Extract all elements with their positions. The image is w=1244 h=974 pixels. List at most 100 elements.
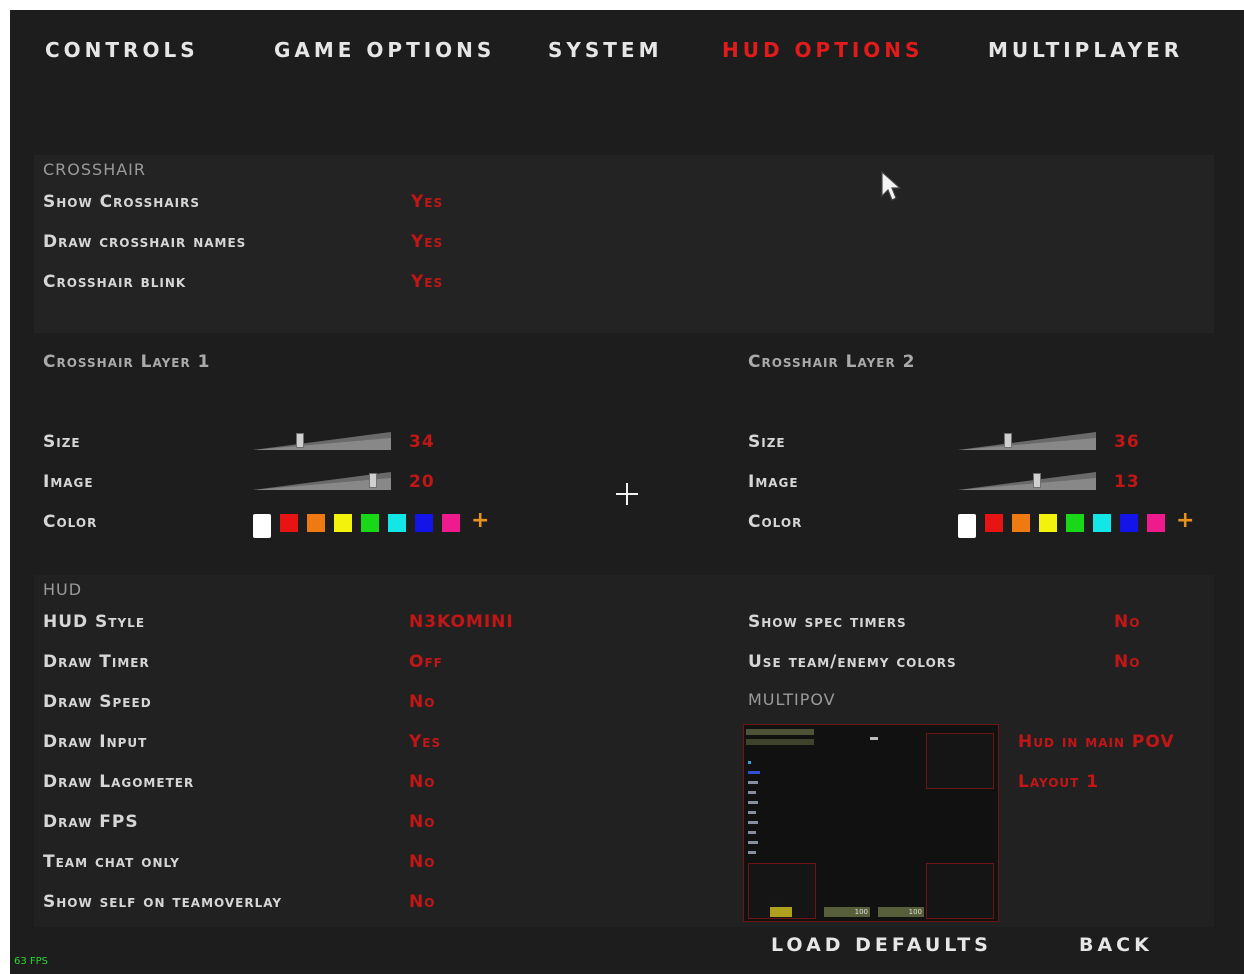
preview-list-line bbox=[748, 831, 756, 834]
multipov-layout-preview[interactable]: 100 100 100 bbox=[743, 724, 999, 922]
crosshair-blink-value[interactable]: Yes bbox=[411, 272, 443, 292]
layer1-image-slider[interactable] bbox=[253, 470, 391, 492]
tab-game-options[interactable]: GAME OPTIONS bbox=[274, 38, 495, 62]
preview-stat-value: 100 bbox=[854, 908, 868, 916]
draw-lagometer-label: Draw Lagometer bbox=[43, 772, 195, 792]
layer2-color-swatches: + bbox=[958, 508, 1198, 538]
layer1-size-label: Size bbox=[43, 432, 81, 452]
use-team-enemy-colors-value[interactable]: No bbox=[1114, 652, 1140, 672]
add-color-plus-icon[interactable]: + bbox=[471, 508, 489, 533]
draw-crosshair-names-value[interactable]: Yes bbox=[411, 232, 443, 252]
layer2-image-label: Image bbox=[748, 472, 799, 492]
hud-style-label: HUD Style bbox=[43, 612, 146, 632]
preview-list-line bbox=[748, 781, 758, 784]
show-self-on-teamoverlay-value[interactable]: No bbox=[409, 892, 435, 912]
preview-list-line bbox=[748, 771, 760, 774]
draw-speed-value[interactable]: No bbox=[409, 692, 435, 712]
slider-handle[interactable] bbox=[1004, 433, 1012, 448]
preview-list-line bbox=[748, 821, 758, 824]
layer1-image-label: Image bbox=[43, 472, 94, 492]
color-swatch[interactable] bbox=[1093, 514, 1111, 532]
preview-ammo-box bbox=[770, 907, 792, 917]
color-swatch[interactable] bbox=[280, 514, 298, 532]
add-color-plus-icon[interactable]: + bbox=[1176, 508, 1194, 533]
tab-multiplayer[interactable]: MULTIPLAYER bbox=[988, 38, 1183, 62]
draw-crosshair-names-label: Draw crosshair names bbox=[43, 232, 247, 252]
use-team-enemy-colors-label: Use team/enemy colors bbox=[748, 652, 957, 672]
preview-list-line bbox=[748, 841, 758, 844]
color-swatch[interactable] bbox=[958, 514, 976, 538]
color-swatch[interactable] bbox=[1147, 514, 1165, 532]
draw-speed-label: Draw Speed bbox=[43, 692, 152, 712]
preview-pov-bottom-right bbox=[926, 863, 994, 919]
slider-track bbox=[958, 472, 1096, 490]
layer2-size-slider[interactable] bbox=[958, 430, 1096, 452]
preview-stat-value: 100 bbox=[770, 897, 782, 904]
team-chat-only-value[interactable]: No bbox=[409, 852, 435, 872]
color-swatch[interactable] bbox=[1066, 514, 1084, 532]
draw-lagometer-value[interactable]: No bbox=[409, 772, 435, 792]
draw-timer-label: Draw Timer bbox=[43, 652, 150, 672]
draw-fps-value[interactable]: No bbox=[409, 812, 435, 832]
layer2-image-slider[interactable] bbox=[958, 470, 1096, 492]
color-swatch[interactable] bbox=[388, 514, 406, 532]
color-swatch[interactable] bbox=[415, 514, 433, 532]
draw-input-value[interactable]: Yes bbox=[409, 732, 441, 752]
team-chat-only-label: Team chat only bbox=[43, 852, 180, 872]
preview-list-line bbox=[748, 801, 758, 804]
preview-list-line bbox=[748, 811, 756, 814]
preview-stat-box: 100 bbox=[770, 897, 792, 905]
layer2-image-value: 13 bbox=[1114, 472, 1140, 492]
color-swatch[interactable] bbox=[334, 514, 352, 532]
layer1-size-slider[interactable] bbox=[253, 430, 391, 452]
multipov-section-title: MULTIPOV bbox=[748, 690, 836, 709]
crosshair-layer-2-title: Crosshair Layer 2 bbox=[748, 352, 916, 372]
slider-handle[interactable] bbox=[1033, 473, 1041, 488]
color-swatch[interactable] bbox=[361, 514, 379, 532]
preview-list-line bbox=[748, 791, 756, 794]
slider-track bbox=[253, 432, 391, 450]
draw-fps-label: Draw FPS bbox=[43, 812, 139, 832]
preview-armor-bar bbox=[746, 739, 814, 745]
tab-hud-options[interactable]: HUD OPTIONS bbox=[722, 38, 923, 62]
load-defaults-button[interactable]: LOAD DEFAULTS bbox=[771, 934, 992, 956]
color-swatch[interactable] bbox=[985, 514, 1003, 532]
show-crosshairs-value[interactable]: Yes bbox=[411, 192, 443, 212]
hud-in-main-pov-value[interactable]: Hud in main POV bbox=[1018, 732, 1175, 752]
multipov-layout-value[interactable]: Layout 1 bbox=[1018, 772, 1099, 792]
preview-stat-box: 100 bbox=[878, 907, 924, 917]
draw-timer-value[interactable]: Off bbox=[409, 652, 443, 672]
show-crosshairs-label: Show Crosshairs bbox=[43, 192, 200, 212]
slider-track bbox=[958, 432, 1096, 450]
preview-crosshair-dot bbox=[870, 737, 878, 740]
layer1-color-swatches: + bbox=[253, 508, 493, 538]
tab-system[interactable]: SYSTEM bbox=[548, 38, 663, 62]
layer2-size-value: 36 bbox=[1114, 432, 1140, 452]
layer1-color-label: Color bbox=[43, 512, 98, 532]
color-swatch[interactable] bbox=[1039, 514, 1057, 532]
color-swatch[interactable] bbox=[1120, 514, 1138, 532]
tab-controls[interactable]: CONTROLS bbox=[45, 38, 199, 62]
preview-health-bar bbox=[746, 729, 814, 735]
preview-list-line bbox=[748, 851, 756, 854]
color-swatch[interactable] bbox=[253, 514, 271, 538]
color-swatch[interactable] bbox=[1012, 514, 1030, 532]
preview-list-marker bbox=[748, 761, 751, 764]
back-button[interactable]: BACK bbox=[1079, 934, 1153, 956]
slider-handle[interactable] bbox=[296, 433, 304, 448]
color-swatch[interactable] bbox=[442, 514, 460, 532]
show-self-on-teamoverlay-label: Show self on teamoverlay bbox=[43, 892, 283, 912]
show-spec-timers-label: Show spec timers bbox=[748, 612, 907, 632]
preview-stat-value: 100 bbox=[908, 908, 922, 916]
crosshair-blink-label: Crosshair blink bbox=[43, 272, 187, 292]
preview-stat-box: 100 bbox=[824, 907, 870, 917]
preview-pov-top-right bbox=[926, 733, 994, 789]
color-swatch[interactable] bbox=[307, 514, 325, 532]
crosshair-preview-icon bbox=[616, 483, 638, 505]
slider-handle[interactable] bbox=[369, 473, 377, 488]
hud-options-screen: CONTROLS GAME OPTIONS SYSTEM HUD OPTIONS… bbox=[10, 10, 1244, 974]
hud-style-value[interactable]: N3KOMINI bbox=[409, 612, 514, 632]
show-spec-timers-value[interactable]: No bbox=[1114, 612, 1140, 632]
crosshair-layer-1-title: Crosshair Layer 1 bbox=[43, 352, 211, 372]
layer2-color-label: Color bbox=[748, 512, 803, 532]
